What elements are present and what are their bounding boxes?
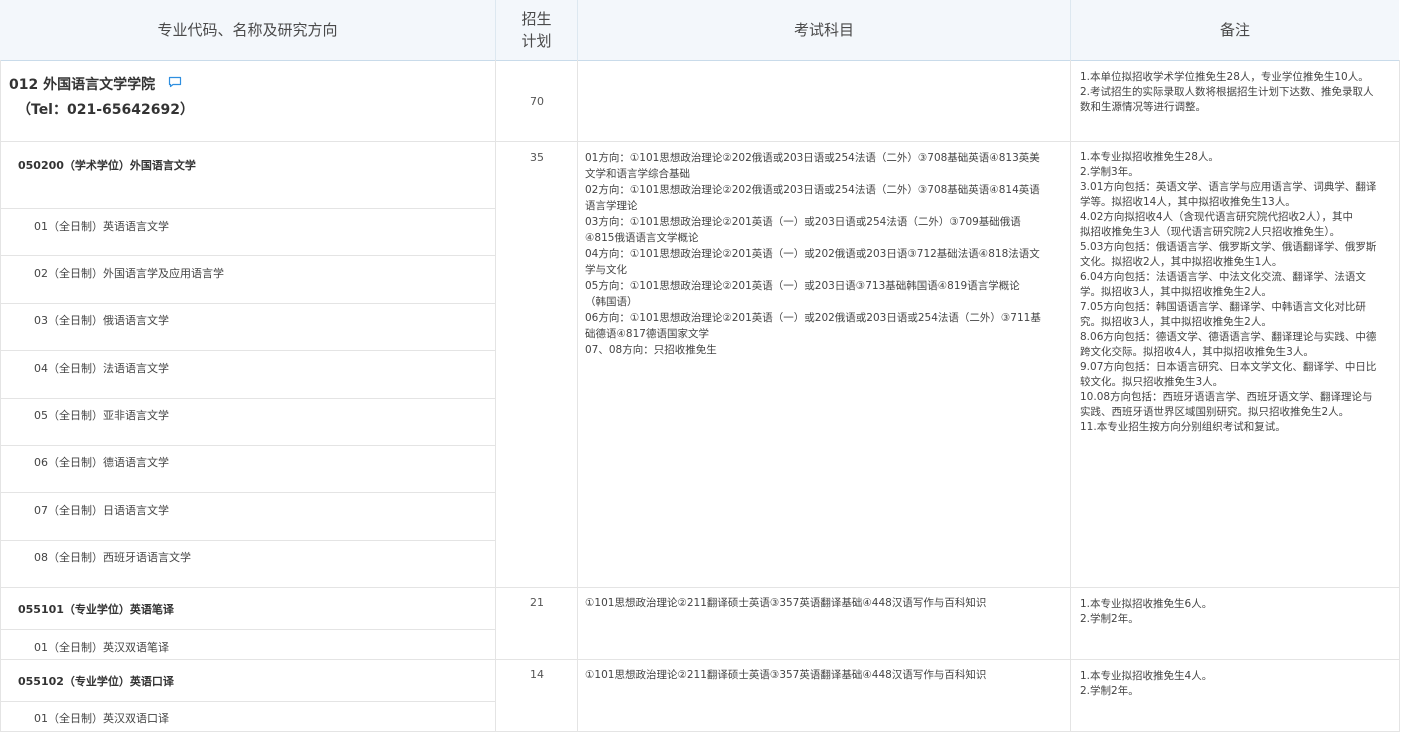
subject-line: 07、08方向：只招收推免生 (585, 344, 717, 356)
row-divider (0, 398, 496, 399)
note-line: 10.08方向包括：西班牙语语言学、西班牙语文学、翻译理论与 (1080, 391, 1373, 403)
note-line: 3.01方向包括：英语文学、语言学与应用语言学、词典学、翻译 (1080, 181, 1377, 193)
row-divider (0, 208, 496, 209)
note-line: 实践、西班牙语世界区域国别研究。拟只招收推免生2人。 (1080, 406, 1350, 418)
direction-item: 04（全日制）法语语言文学 (34, 362, 169, 375)
note-line: 7.05方向包括：韩国语语言学、翻译学、中韩语言文化对比研 (1080, 301, 1366, 313)
direction-item: 07（全日制）日语语言文学 (34, 504, 169, 517)
note-line: 究。拟招收3人，其中拟招收推免生2人。 (1080, 316, 1272, 328)
subject-line: 语言学理论 (585, 200, 638, 212)
subject-line: 04方向：①101思想政治理论②201英语（一）或202俄语或203日语③712… (585, 248, 1040, 260)
major-notes: 1.本专业拟招收推免生6人。 2.学制2年。 (1080, 597, 1395, 627)
note-line: 6.04方向包括：法语语言学、中法文化交流、翻译学、法语文 (1080, 271, 1366, 283)
major-subjects: ①101思想政治理论②211翻译硕士英语③357英语翻译基础④448汉语写作与百… (585, 595, 1065, 611)
header-notes-col: 备注 (1219, 21, 1250, 39)
subject-line: ④815俄语语言文学概论 (585, 232, 699, 244)
note-line: 11.本专业招生按方向分别组织考试和复试。 (1080, 421, 1286, 433)
note-line: 拟招收推免生3人（现代语言研究院2人只招收推免生）。 (1080, 226, 1341, 238)
row-divider (0, 731, 1400, 732)
divider (1399, 60, 1400, 732)
subject-line: ①101思想政治理论②211翻译硕士英语③357英语翻译基础④448汉语写作与百… (585, 669, 987, 681)
direction-item: 06（全日制）德语语言文学 (34, 456, 169, 469)
major-subjects: 01方向：①101思想政治理论②202俄语或203日语或254法语（二外）③70… (585, 150, 1065, 358)
divider (1070, 60, 1071, 732)
department-plan: 70 (530, 95, 544, 108)
admissions-table: 专业代码、名称及研究方向 招生 计划 考试科目 备注 012 外国语言文学学院 … (0, 0, 1400, 738)
header-subjects-col: 考试科目 (578, 0, 1071, 60)
note-line: 数和生源情况等进行调整。 (1080, 101, 1206, 113)
direction-item: 01（全日制）英汉双语口译 (34, 712, 169, 725)
header-plan-col: 招生 计划 (496, 0, 578, 60)
note-line: 文化。拟招收2人，其中拟招收推免生1人。 (1080, 256, 1283, 268)
row-divider (0, 540, 496, 541)
note-line: 2.考试招生的实际录取人数将根据招生计划下达数、推免录取人 (1080, 86, 1374, 98)
major-plan: 21 (530, 596, 544, 609)
row-divider (0, 445, 496, 446)
note-line: 2.学制2年。 (1080, 685, 1139, 697)
header-major-col: 专业代码、名称及研究方向 (0, 0, 496, 60)
row-divider (0, 492, 496, 493)
row-divider (0, 629, 496, 630)
row-divider (0, 659, 1400, 660)
row-divider (0, 255, 496, 256)
department-tel: （Tel：021-65642692） (17, 102, 194, 118)
major-notes: 1.本专业拟招收推免生4人。 2.学制2年。 (1080, 669, 1395, 699)
row-divider (0, 350, 496, 351)
note-line: 学。拟招收3人，其中拟招收推免生2人。 (1080, 286, 1272, 298)
department-name: 012 外国语言文学学院 (9, 77, 156, 93)
major-notes: 1.本专业拟招收推免生28人。 2.学制3年。 3.01方向包括：英语文学、语言… (1080, 150, 1395, 435)
direction-item: 01（全日制）英汉双语笔译 (34, 641, 169, 654)
major-subjects: ①101思想政治理论②211翻译硕士英语③357英语翻译基础④448汉语写作与百… (585, 667, 1065, 683)
header-plan-line1: 招生 (521, 10, 552, 28)
note-line: 2.学制3年。 (1080, 166, 1139, 178)
major-title: 050200（学术学位）外国语言文学 (18, 159, 196, 172)
divider (0, 60, 1, 732)
note-line: 1.本专业拟招收推免生6人。 (1080, 598, 1213, 610)
chat-bubble-icon[interactable] (168, 76, 182, 88)
note-line: 4.02方向拟招收4人（含现代语言研究院代招收2人），其中 (1080, 211, 1353, 223)
note-line: 1.本单位拟招收学术学位推免生28人，专业学位推免生10人。 (1080, 71, 1369, 83)
direction-item: 08（全日制）西班牙语语言文学 (34, 551, 191, 564)
row-divider (0, 701, 496, 702)
direction-item: 02（全日制）外国语言学及应用语言学 (34, 267, 224, 280)
note-line: 较文化。拟只招收推免生3人。 (1080, 376, 1224, 388)
row-divider (0, 303, 496, 304)
direction-item: 03（全日制）俄语语言文学 (34, 314, 169, 327)
major-plan: 14 (530, 668, 544, 681)
note-line: 8.06方向包括：德语文学、德语语言学、翻译理论与实践、中德 (1080, 331, 1377, 343)
subject-line: 01方向：①101思想政治理论②202俄语或203日语或254法语（二外）③70… (585, 152, 1040, 164)
subject-line: 学与文化 (585, 264, 627, 276)
note-line: 跨文化交际。拟招收4人，其中拟招收推免生3人。 (1080, 346, 1314, 358)
note-line: 2.学制2年。 (1080, 613, 1139, 625)
note-line: 9.07方向包括：日本语言研究、日本文学文化、翻译学、中日比 (1080, 361, 1377, 373)
row-divider (0, 141, 1400, 142)
row-divider (0, 587, 1400, 588)
subject-line: ①101思想政治理论②211翻译硕士英语③357英语翻译基础④448汉语写作与百… (585, 597, 987, 609)
note-line: 1.本专业拟招收推免生4人。 (1080, 670, 1213, 682)
note-line: 5.03方向包括：俄语语言学、俄罗斯文学、俄语翻译学、俄罗斯 (1080, 241, 1377, 253)
subject-line: （韩国语） (585, 296, 638, 308)
major-title: 055102（专业学位）英语口译 (18, 675, 174, 688)
subject-line: 05方向：①101思想政治理论②201英语（一）或203日语③713基础韩国语④… (585, 280, 1020, 292)
department-notes: 1.本单位拟招收学术学位推免生28人，专业学位推免生10人。 2.考试招生的实际… (1080, 70, 1395, 115)
direction-item: 05（全日制）亚非语言文学 (34, 409, 169, 422)
note-line: 1.本专业拟招收推免生28人。 (1080, 151, 1219, 163)
major-plan: 35 (530, 151, 544, 164)
major-title: 055101（专业学位）英语笔译 (18, 603, 174, 616)
subject-line: 文学和语言学综合基础 (585, 168, 690, 180)
note-line: 学等。拟招收14人，其中拟招收推免生13人。 (1080, 196, 1296, 208)
subject-line: 03方向：①101思想政治理论②201英语（一）或203日语或254法语（二外）… (585, 216, 1021, 228)
table-header: 专业代码、名称及研究方向 招生 计划 考试科目 备注 (0, 0, 1399, 61)
direction-item: 01（全日制）英语语言文学 (34, 220, 169, 233)
subject-line: 02方向：①101思想政治理论②202俄语或203日语或254法语（二外）③70… (585, 184, 1040, 196)
subject-line: 06方向：①101思想政治理论②201英语（一）或202俄语或203日语或254… (585, 312, 1041, 324)
subject-line: 础德语④817德语国家文学 (585, 328, 709, 340)
header-plan-line2: 计划 (521, 32, 552, 50)
